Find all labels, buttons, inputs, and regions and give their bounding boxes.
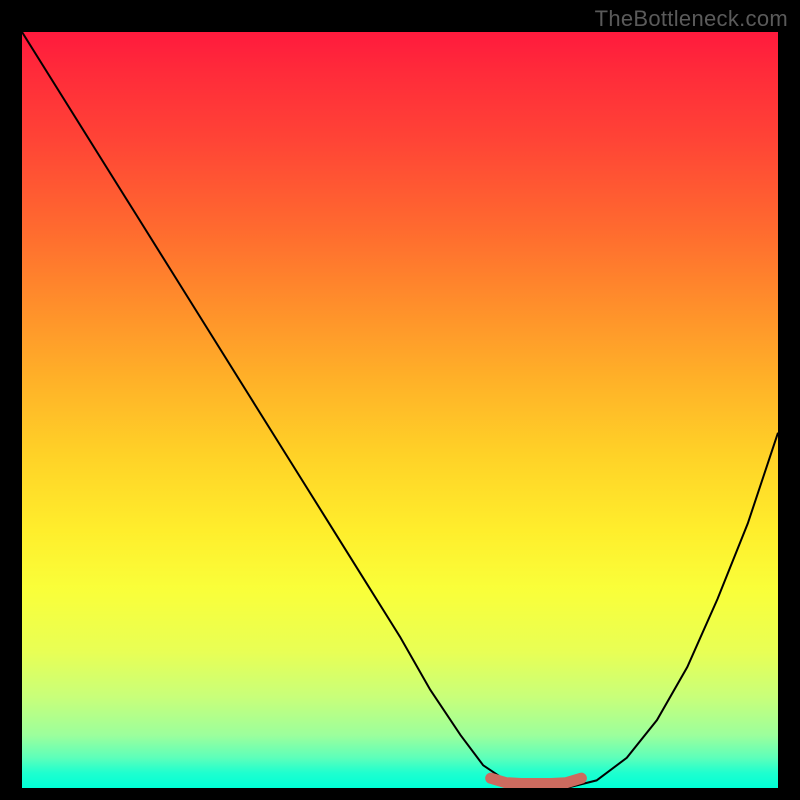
chart-container: TheBottleneck.com [0, 0, 800, 800]
attribution-text: TheBottleneck.com [595, 6, 788, 32]
bottleneck-curve [22, 32, 778, 788]
optimal-marker [491, 778, 582, 783]
curve-layer-pixel [22, 32, 778, 788]
